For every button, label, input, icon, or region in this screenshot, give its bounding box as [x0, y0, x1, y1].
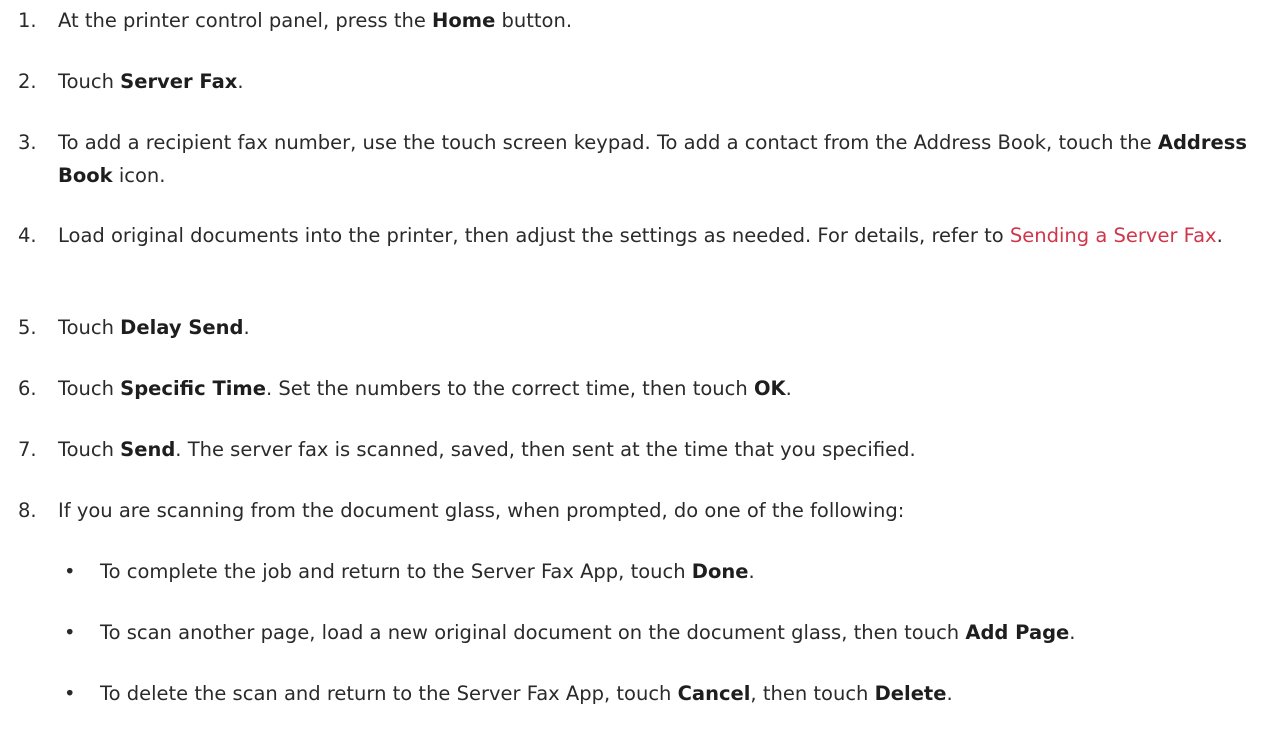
- text-run: Touch: [58, 438, 121, 461]
- text-run: To add a recipient fax number, use the t…: [58, 131, 1158, 154]
- bold-term: Done: [691, 560, 749, 583]
- step-1: 1. At the printer control panel, press t…: [18, 4, 1268, 37]
- step-4: 4. Load original documents into the prin…: [18, 219, 1268, 252]
- text-run: , then touch: [750, 682, 875, 705]
- text-run: .: [1216, 224, 1223, 247]
- step-text: To add a recipient fax number, use the t…: [58, 126, 1268, 192]
- text-run: Touch: [58, 316, 121, 339]
- step-number: 3.: [18, 131, 37, 154]
- text-run: Touch: [58, 70, 121, 93]
- text-run: Touch: [58, 377, 121, 400]
- step-number: 1.: [18, 9, 37, 32]
- bold-term: Delete: [874, 682, 947, 705]
- step-5: 5. Touch Delay Send.: [18, 311, 1268, 344]
- text-run: To scan another page, load a new origina…: [100, 621, 966, 644]
- text-run: Load original documents into the printer…: [58, 224, 1010, 247]
- text-run: . The server fax is scanned, saved, then…: [175, 438, 916, 461]
- step-text: Load original documents into the printer…: [58, 219, 1268, 252]
- step-6: 6. Touch Specific Time. Set the numbers …: [18, 372, 1268, 405]
- text-run: .: [785, 377, 792, 400]
- bold-term: Server Fax: [120, 70, 238, 93]
- step-number: 7.: [18, 438, 37, 461]
- bold-term: Add Page: [965, 621, 1070, 644]
- step-text: Touch Delay Send.: [58, 311, 1268, 344]
- bullet-dot: •: [64, 560, 76, 583]
- bullet-text: To scan another page, load a new origina…: [100, 616, 1258, 649]
- text-run: .: [237, 70, 244, 93]
- bullet-dot: •: [64, 621, 76, 644]
- bold-term: Send: [120, 438, 176, 461]
- text-run: button.: [495, 9, 573, 32]
- step-text: Touch Server Fax.: [58, 65, 1268, 98]
- step-text: If you are scanning from the document gl…: [58, 499, 905, 522]
- bold-term: Specific Time: [120, 377, 266, 400]
- bullet-item-add-page: • To scan another page, load a new origi…: [58, 616, 1258, 649]
- text-run: .: [946, 682, 953, 705]
- step-2: 2. Touch Server Fax.: [18, 65, 1268, 98]
- step-text: Touch Send. The server fax is scanned, s…: [58, 433, 1268, 466]
- bold-term: Cancel: [677, 682, 751, 705]
- step-number: 6.: [18, 377, 37, 400]
- step-text: At the printer control panel, press the …: [58, 4, 1268, 37]
- procedure-document: 1. At the printer control panel, press t…: [0, 0, 1271, 751]
- text-run: .: [243, 316, 250, 339]
- bold-term: Delay Send: [120, 316, 244, 339]
- bullet-item-cancel: • To delete the scan and return to the S…: [58, 677, 1258, 710]
- text-run: . Set the numbers to the correct time, t…: [265, 377, 754, 400]
- bullet-text: To delete the scan and return to the Ser…: [100, 677, 1258, 710]
- text-run: .: [1069, 621, 1076, 644]
- text-run: To complete the job and return to the Se…: [100, 560, 692, 583]
- step-3: 3. To add a recipient fax number, use th…: [18, 126, 1268, 192]
- step-8: 8. If you are scanning from the document…: [18, 494, 1268, 527]
- bold-term: Home: [432, 9, 496, 32]
- step-number: 5.: [18, 316, 37, 339]
- step-7: 7. Touch Send. The server fax is scanned…: [18, 433, 1268, 466]
- text-run: At the printer control panel, press the: [58, 9, 433, 32]
- step-text: Touch Specific Time. Set the numbers to …: [58, 372, 1268, 405]
- sending-server-fax-link[interactable]: Sending a Server Fax: [1010, 224, 1217, 247]
- bold-term: OK: [753, 377, 786, 400]
- bullet-dot: •: [64, 682, 76, 705]
- text-run: .: [748, 560, 755, 583]
- bullet-text: To complete the job and return to the Se…: [100, 555, 1258, 588]
- bullet-item-done: • To complete the job and return to the …: [58, 555, 1258, 588]
- step-number: 2.: [18, 70, 37, 93]
- step-number: 4.: [18, 224, 37, 247]
- step-number: 8.: [18, 499, 37, 522]
- text-run: icon.: [112, 164, 166, 187]
- text-run: To delete the scan and return to the Ser…: [100, 682, 678, 705]
